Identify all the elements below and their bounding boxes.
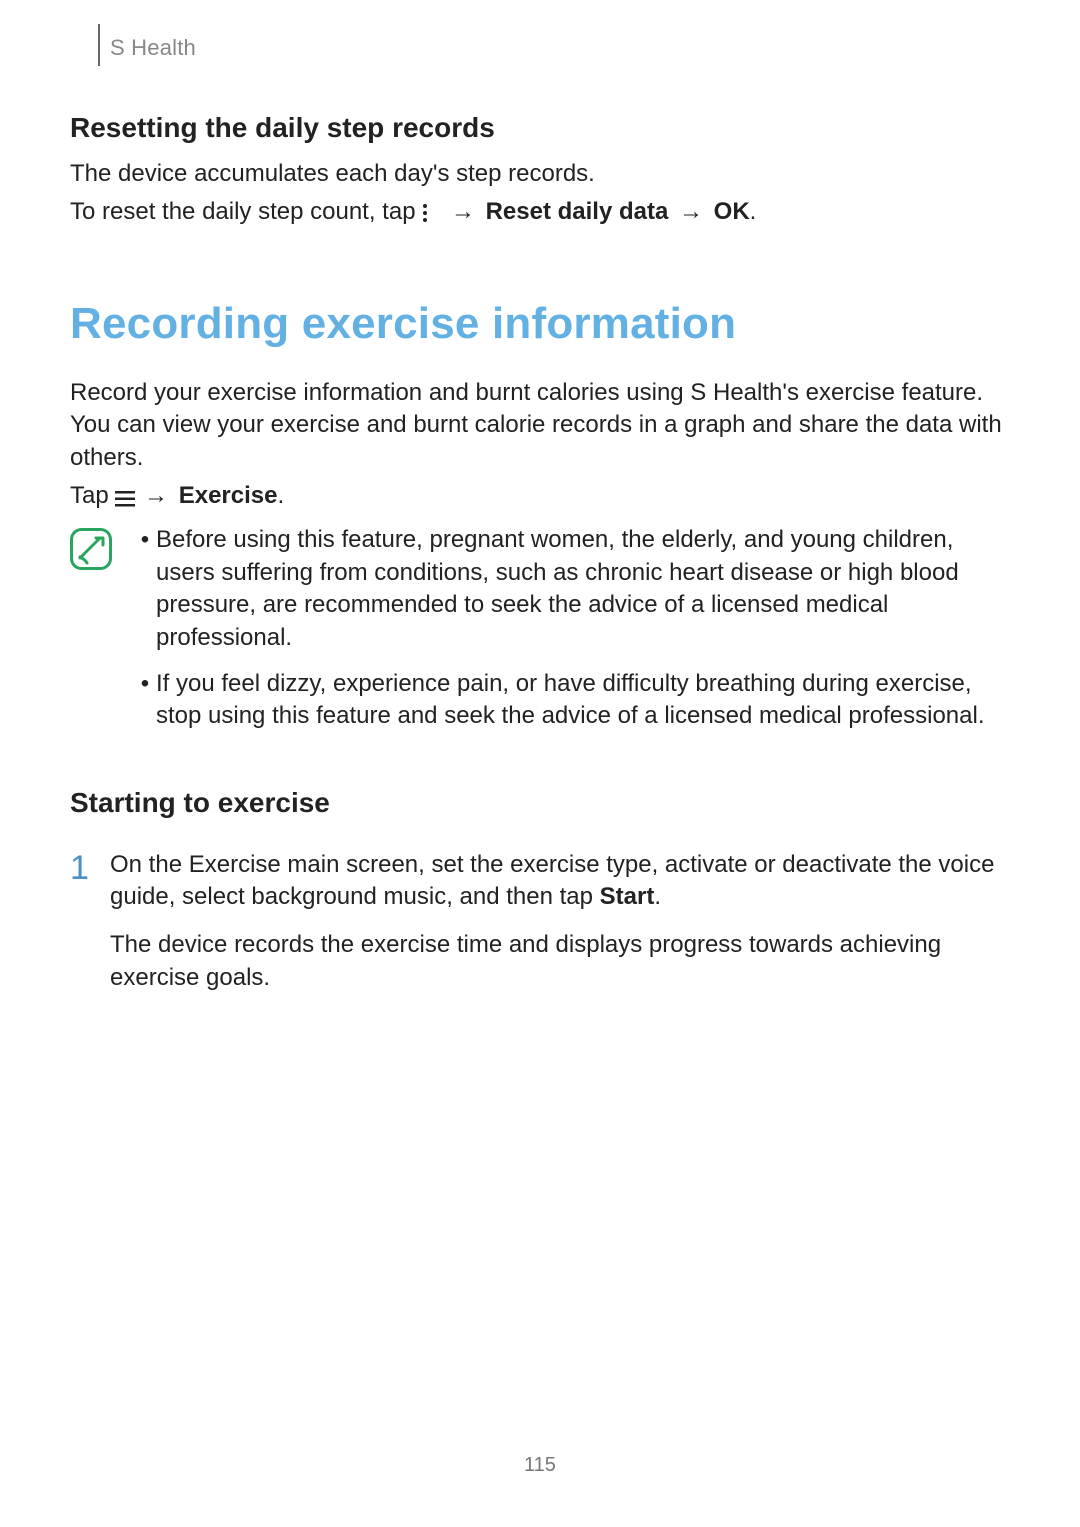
step-paragraph: On the Exercise main screen, set the exe… <box>110 849 1010 914</box>
heading-reset: Resetting the daily step records <box>70 112 1010 144</box>
more-options-icon <box>422 203 440 223</box>
numbered-list: 1 On the Exercise main screen, set the e… <box>70 849 1010 1011</box>
start-label: Start <box>600 883 655 910</box>
bullet-dot-icon: • <box>134 524 156 654</box>
tap-prefix: Tap <box>70 482 115 509</box>
step-number: 1 <box>70 849 110 1011</box>
exercise-label: Exercise <box>179 482 278 509</box>
ok-label: OK <box>714 198 750 225</box>
note-box: • Before using this feature, pregnant wo… <box>70 524 1010 746</box>
arrow-icon: → <box>451 196 475 228</box>
note-body: • Before using this feature, pregnant wo… <box>134 524 1010 746</box>
content: Resetting the daily step records The dev… <box>70 112 1010 1010</box>
menu-icon <box>115 491 133 507</box>
list-item: 1 On the Exercise main screen, set the e… <box>70 849 1010 1011</box>
period: . <box>750 198 757 225</box>
heading-recording: Recording exercise information <box>70 299 1010 349</box>
page: S Health Resetting the daily step record… <box>0 0 1080 1527</box>
reset-daily-data-label: Reset daily data <box>486 198 669 225</box>
note-icon <box>70 528 112 570</box>
step-body: On the Exercise main screen, set the exe… <box>110 849 1010 1011</box>
step-text-post: . <box>654 883 661 910</box>
page-number: 115 <box>0 1454 1080 1477</box>
recording-tap-instruction: Tap → Exercise. <box>70 480 1010 512</box>
reset-paragraph: The device accumulates each day's step r… <box>70 158 1010 190</box>
period: . <box>277 482 284 509</box>
note-bullet-text: If you feel dizzy, experience pain, or h… <box>156 668 1010 733</box>
reset-instruction: To reset the daily step count, tap → Res… <box>70 196 1010 228</box>
step-text-pre: On the Exercise main screen, set the exe… <box>110 851 994 910</box>
note-bullet: • If you feel dizzy, experience pain, or… <box>134 668 1010 733</box>
note-bullet: • Before using this feature, pregnant wo… <box>134 524 1010 654</box>
arrow-icon: → <box>679 196 703 228</box>
note-bullet-text: Before using this feature, pregnant wome… <box>156 524 1010 654</box>
recording-paragraph: Record your exercise information and bur… <box>70 377 1010 474</box>
heading-starting: Starting to exercise <box>70 787 1010 819</box>
step-paragraph: The device records the exercise time and… <box>110 929 1010 994</box>
bullet-dot-icon: • <box>134 668 156 733</box>
reset-instruction-prefix: To reset the daily step count, tap <box>70 198 422 225</box>
header-divider <box>98 24 100 66</box>
header-section-label: S Health <box>110 35 196 61</box>
arrow-icon: → <box>144 480 168 512</box>
